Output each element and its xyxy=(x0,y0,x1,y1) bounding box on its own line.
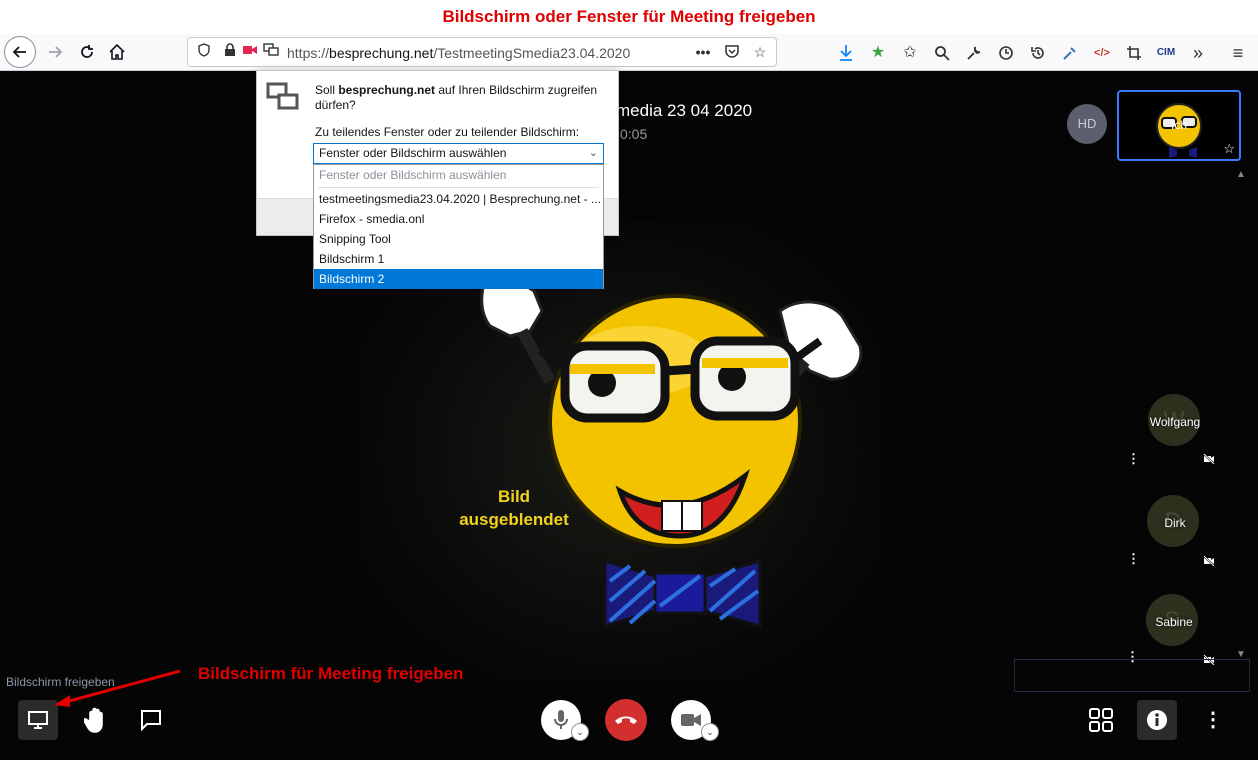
arrow-left-icon xyxy=(12,46,26,58)
image-hidden-label: Bild ausgeblendet xyxy=(454,485,574,531)
participant-more-icon[interactable]: ⋮ xyxy=(1127,551,1140,567)
self-initials-avatar[interactable]: HD xyxy=(1067,104,1107,144)
participant-more-icon[interactable]: ⋮ xyxy=(1127,451,1140,467)
share-target-dropdown: Fenster oder Bildschirm auswählen testme… xyxy=(313,164,604,289)
crop-icon[interactable] xyxy=(1122,41,1146,65)
search-icon[interactable] xyxy=(930,41,954,65)
more-options-button[interactable]: ⋮ xyxy=(1193,700,1233,740)
mic-options-chevron-icon[interactable]: ⌄ xyxy=(571,723,589,741)
browser-toolbar: https://besprechung.net/TestmeetingSmedi… xyxy=(0,34,1258,71)
wrench-icon[interactable] xyxy=(962,41,986,65)
info-icon xyxy=(1147,710,1167,730)
screen-share-icon xyxy=(266,82,299,110)
permission-question: Soll besprechung.net auf Ihren Bildschir… xyxy=(315,83,610,113)
dropdown-option[interactable]: testmeetingsmedia23.04.2020 | Besprechun… xyxy=(314,189,603,209)
screen-share-icon[interactable] xyxy=(262,43,280,61)
favorites-star-icon[interactable]: ★ xyxy=(866,41,890,65)
question-host: besprechung.net xyxy=(338,83,436,97)
back-button[interactable] xyxy=(4,36,36,68)
url-host: besprechung.net xyxy=(329,45,434,61)
arrow-right-icon xyxy=(49,46,63,58)
microphone-icon xyxy=(554,710,568,729)
share-target-select[interactable]: Fenster oder Bildschirm auswählen ⌄ xyxy=(313,143,604,164)
filmstrip-hover-outline xyxy=(1014,659,1250,692)
dropdown-option[interactable]: Bildschirm 1 xyxy=(314,249,603,269)
reload-button[interactable] xyxy=(72,37,102,67)
screenshot: Bildschirm oder Fenster für Meeting frei… xyxy=(0,0,1258,760)
code-icon[interactable]: </> xyxy=(1090,41,1114,65)
camera-off-icon xyxy=(1203,453,1215,467)
camera-options-chevron-icon[interactable]: ⌄ xyxy=(701,723,719,741)
url-bar[interactable]: https://besprechung.net/TestmeetingSmedi… xyxy=(187,37,777,67)
hangup-button[interactable] xyxy=(605,699,647,741)
participant-name: Dirk xyxy=(1164,516,1186,530)
monitor-icon xyxy=(28,711,48,729)
vertical-dots-icon: ⋮ xyxy=(1203,709,1223,731)
url-path: /TestmeetingSmedia23.04.2020 xyxy=(433,45,631,61)
reload-icon xyxy=(81,45,93,58)
info-button[interactable] xyxy=(1137,700,1177,740)
grid-icon xyxy=(1089,708,1113,732)
home-icon xyxy=(109,43,125,60)
pocket-icon[interactable] xyxy=(723,43,741,61)
annotation-top-text: Bildschirm oder Fenster für Meeting frei… xyxy=(442,7,816,26)
eyedropper-icon[interactable] xyxy=(1058,41,1082,65)
tile-view-button[interactable] xyxy=(1081,700,1121,740)
select-value: Fenster oder Bildschirm auswählen xyxy=(319,146,507,160)
camera-blocked-icon[interactable] xyxy=(241,43,259,61)
dropdown-option-selected[interactable]: Bildschirm 2 xyxy=(314,269,603,289)
participant-name: Sabine xyxy=(1155,615,1193,629)
chevron-down-icon: ⌄ xyxy=(588,147,598,159)
participant-name: Wolfgang xyxy=(1149,415,1201,429)
smiley-avatar-image xyxy=(480,257,863,629)
annotation-arrow xyxy=(54,669,181,707)
image-hidden-line1: Bild xyxy=(497,487,531,506)
meeting-timer: 0:05 xyxy=(620,126,648,142)
forward-button[interactable] xyxy=(40,37,70,67)
bookmark-star-icon[interactable]: ☆ xyxy=(751,43,769,61)
url-scheme: https:// xyxy=(287,45,330,61)
image-hidden-line2: ausgeblendet xyxy=(459,510,569,529)
annotation-bottom-text: Bildschirm für Meeting freigeben xyxy=(198,664,464,683)
camera-off-icon xyxy=(1203,555,1215,569)
filmstrip-scroll-up-icon[interactable]: ▲ xyxy=(1236,169,1246,180)
hamburger-menu-icon[interactable]: ≡ xyxy=(1226,41,1250,65)
video-camera-icon xyxy=(681,714,701,726)
phone-hangup-icon xyxy=(615,716,637,724)
clock-icon[interactable] xyxy=(994,41,1018,65)
self-label: Ich xyxy=(1170,118,1187,132)
star-icon: ☆ xyxy=(1223,141,1235,156)
history-icon[interactable] xyxy=(1026,41,1050,65)
url-text: https://besprechung.net/TestmeetingSmedi… xyxy=(287,45,630,61)
home-button[interactable] xyxy=(102,37,132,67)
dropdown-separator xyxy=(318,187,599,188)
overflow-chevron-icon[interactable]: » xyxy=(1186,41,1210,65)
dropdown-option[interactable]: Snipping Tool xyxy=(314,229,603,249)
annotation-banner: Bildschirm oder Fenster für Meeting frei… xyxy=(0,0,1258,34)
download-icon[interactable] xyxy=(834,41,858,65)
meeting-title: media 23 04 2020 xyxy=(616,101,753,120)
dropdown-option-placeholder: Fenster oder Bildschirm auswählen xyxy=(319,168,507,182)
shield-icon[interactable] xyxy=(195,43,213,61)
lock-icon[interactable] xyxy=(221,43,239,61)
question-prefix: Soll xyxy=(315,83,339,97)
chat-icon xyxy=(141,710,161,732)
dropdown-option[interactable]: Firefox - smedia.onl xyxy=(314,209,603,229)
share-target-label: Zu teilendes Fenster oder zu teilender B… xyxy=(315,125,580,139)
cim-icon[interactable]: CIM xyxy=(1154,41,1178,65)
page-actions-icon[interactable]: ••• xyxy=(694,43,712,61)
bow-tie xyxy=(603,558,762,629)
self-video-tile[interactable]: Ich ☆ xyxy=(1117,90,1241,161)
meeting-area: media 23 04 2020 0:05 Bild ausgeblendet … xyxy=(0,71,1258,760)
reading-list-icon[interactable]: ✩ xyxy=(898,41,922,65)
